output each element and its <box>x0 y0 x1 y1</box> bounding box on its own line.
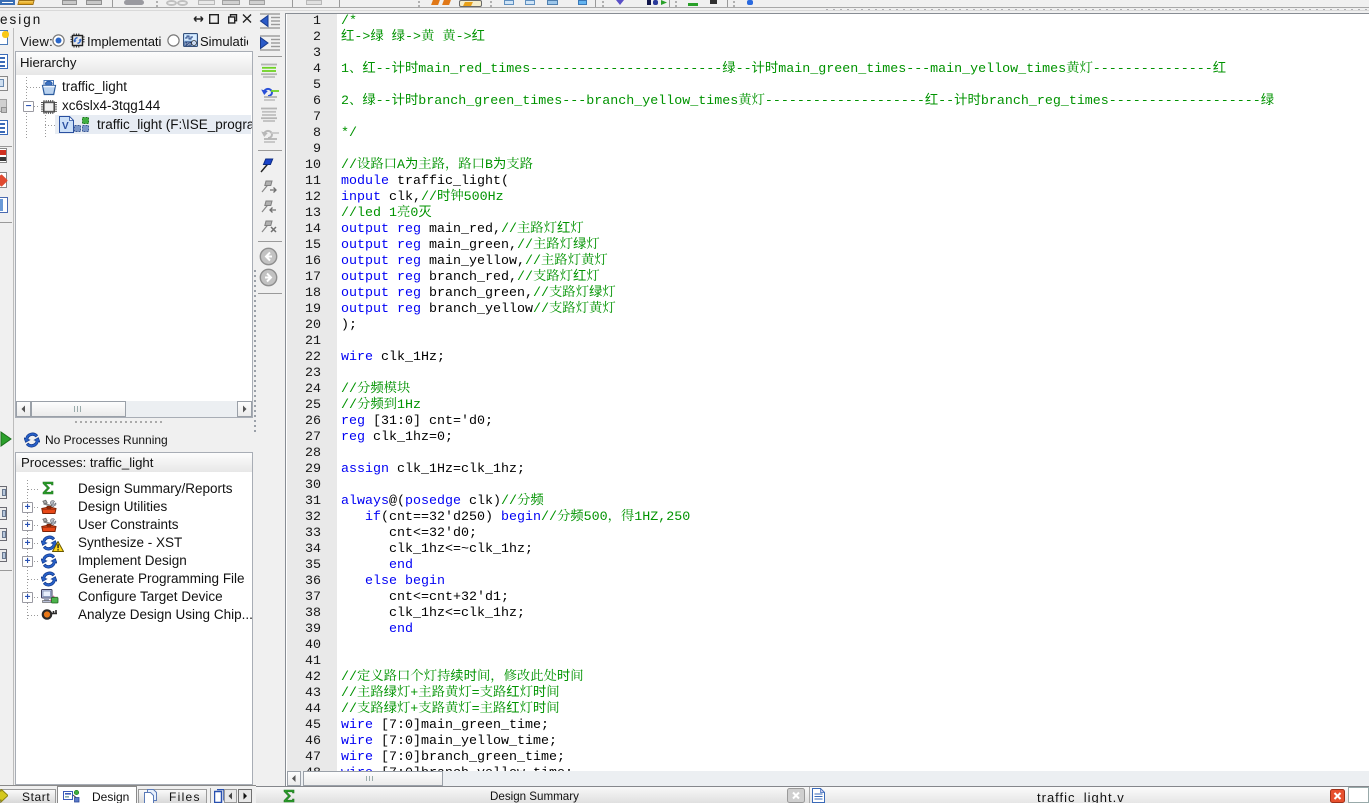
svg-text:V: V <box>62 121 69 132</box>
